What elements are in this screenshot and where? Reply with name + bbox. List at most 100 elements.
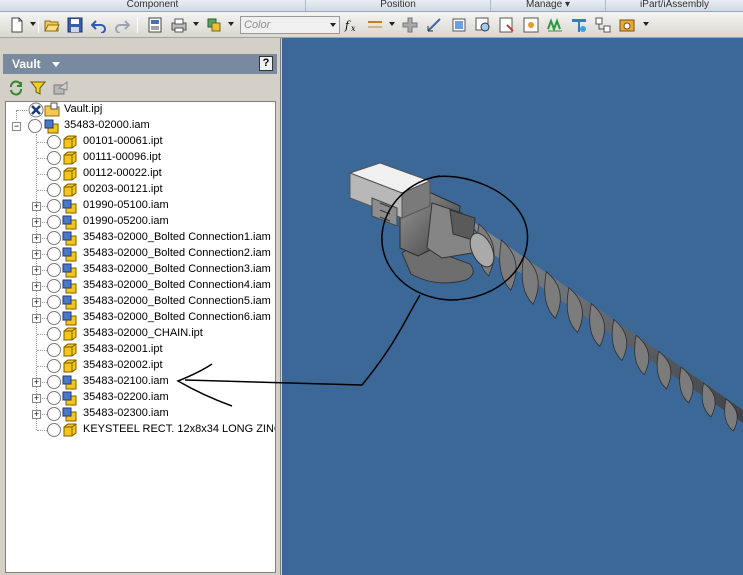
tree-row[interactable]: 00101-00061.ipt bbox=[6, 134, 275, 150]
tree-row[interactable]: 00203-00121.ipt bbox=[6, 182, 275, 198]
vault-status-icon bbox=[47, 263, 61, 277]
ribbon-panel-ipart[interactable]: iPart/iAssembly bbox=[605, 0, 743, 11]
vault-status-icon bbox=[47, 135, 61, 149]
update-button[interactable] bbox=[450, 16, 468, 34]
tree-guide-line bbox=[37, 366, 47, 367]
tree-row[interactable]: +35483-02000_Bolted Connection3.iam bbox=[6, 262, 275, 278]
help-button[interactable]: ? bbox=[259, 56, 273, 71]
zoom-button[interactable] bbox=[474, 16, 492, 34]
parameters-button[interactable] bbox=[522, 16, 540, 34]
vault-browser-panel: Vault ? Vault.ipj − 35483-02000.iam 0010… bbox=[0, 38, 281, 575]
tree-item-label: 00203-00121.ipt bbox=[83, 183, 163, 195]
panel-title: Vault bbox=[12, 57, 41, 71]
auger-flight bbox=[634, 334, 650, 376]
expand-toggle[interactable]: + bbox=[32, 202, 41, 211]
vault-tools-button[interactable] bbox=[53, 80, 69, 96]
assembly-file-icon bbox=[62, 311, 77, 326]
vault-status-icon bbox=[47, 215, 61, 229]
properties-icon bbox=[148, 17, 162, 33]
vault-status-icon bbox=[47, 183, 61, 197]
filter-icon bbox=[29, 81, 47, 95]
structure-icon bbox=[595, 17, 611, 33]
tree-row[interactable]: +35483-02000_Bolted Connection6.iam bbox=[6, 310, 275, 326]
vault-status-icon bbox=[47, 311, 61, 325]
tree-row[interactable]: +35483-02300.iam bbox=[6, 406, 275, 422]
print-button[interactable] bbox=[170, 16, 188, 34]
save-icon bbox=[67, 17, 83, 33]
tree-row[interactable]: +01990-05100.iam bbox=[6, 198, 275, 214]
tree-row[interactable]: KEYSTEEL RECT. 12x8x34 LONG ZINC.ipt bbox=[6, 422, 275, 438]
select-button[interactable] bbox=[205, 16, 223, 34]
tree-row-root[interactable]: − 35483-02000.iam bbox=[6, 118, 275, 134]
expand-toggle[interactable]: + bbox=[32, 266, 41, 275]
tree-row[interactable]: +01990-05200.iam bbox=[6, 214, 275, 230]
tree-row[interactable]: +35483-02000_Bolted Connection1.iam bbox=[6, 230, 275, 246]
vault-status-icon bbox=[47, 295, 61, 309]
tree-item-label: 35483-02000_Bolted Connection1.iam bbox=[83, 231, 271, 243]
toolbar-separator bbox=[38, 17, 39, 33]
structure-button[interactable] bbox=[594, 16, 612, 34]
expand-toggle[interactable]: + bbox=[32, 394, 41, 403]
expand-toggle[interactable]: + bbox=[32, 298, 41, 307]
expand-toggle[interactable]: + bbox=[32, 218, 41, 227]
ribbon-panel-manage[interactable]: Manage ▾ bbox=[490, 0, 605, 11]
toolbar-overflow-dropdown[interactable] bbox=[643, 22, 649, 26]
tree-guide-line bbox=[17, 110, 27, 111]
refresh-button[interactable] bbox=[8, 80, 24, 96]
filter-button[interactable] bbox=[29, 80, 47, 96]
auger-flight bbox=[544, 270, 561, 319]
panel-header[interactable]: Vault ? bbox=[3, 54, 277, 74]
tree-row[interactable]: +35483-02200.iam bbox=[6, 390, 275, 406]
graphics-viewport[interactable] bbox=[282, 38, 743, 575]
part-file-icon bbox=[63, 327, 77, 341]
info-button[interactable] bbox=[570, 16, 588, 34]
tree-row[interactable]: +35483-02000_Bolted Connection4.iam bbox=[6, 278, 275, 294]
plus-icon bbox=[402, 17, 418, 33]
vault-tree[interactable]: Vault.ipj − 35483-02000.iam 00101-00061.… bbox=[5, 101, 276, 573]
auger-flight bbox=[566, 286, 583, 334]
tree-item-label: 35483-02000_Bolted Connection3.iam bbox=[83, 263, 271, 275]
tree-item-label: 00112-00022.ipt bbox=[83, 167, 162, 179]
tree-row[interactable]: 00111-00096.ipt bbox=[6, 150, 275, 166]
tree-row[interactable]: 35483-02001.ipt bbox=[6, 342, 275, 358]
ribbon-panel-position[interactable]: Position bbox=[305, 0, 490, 11]
camera-button[interactable] bbox=[618, 16, 636, 34]
tree-row[interactable]: +35483-02000_Bolted Connection5.iam bbox=[6, 294, 275, 310]
new-dropdown[interactable] bbox=[30, 22, 36, 26]
tree-row[interactable]: 00112-00022.ipt bbox=[6, 166, 275, 182]
expand-toggle[interactable]: + bbox=[32, 314, 41, 323]
collapse-toggle[interactable]: − bbox=[12, 122, 21, 131]
open-button[interactable] bbox=[43, 16, 61, 34]
export-button[interactable] bbox=[498, 16, 516, 34]
undo-button[interactable] bbox=[90, 16, 108, 34]
expand-toggle[interactable]: + bbox=[32, 282, 41, 291]
tree-row-project[interactable]: Vault.ipj bbox=[6, 102, 275, 118]
new-button[interactable] bbox=[8, 16, 26, 34]
select-dropdown[interactable] bbox=[228, 22, 234, 26]
line-weight-dropdown[interactable] bbox=[389, 22, 395, 26]
color-dropdown[interactable]: Color bbox=[240, 16, 340, 34]
undo-icon bbox=[91, 20, 106, 33]
expand-toggle[interactable]: + bbox=[32, 410, 41, 419]
properties-button[interactable] bbox=[146, 16, 164, 34]
ribbon-panel-component[interactable]: Component bbox=[0, 0, 305, 11]
expand-toggle[interactable]: + bbox=[32, 234, 41, 243]
line-weight-button[interactable] bbox=[366, 16, 384, 34]
tree-guide-line bbox=[37, 174, 47, 175]
auger-flight bbox=[724, 398, 738, 432]
expand-toggle[interactable]: + bbox=[32, 378, 41, 387]
part-file-icon bbox=[63, 183, 77, 197]
redo-button[interactable] bbox=[113, 16, 131, 34]
tree-row[interactable]: +35483-02100.iam bbox=[6, 374, 275, 390]
expand-toggle[interactable]: + bbox=[32, 250, 41, 259]
fx-button[interactable]: fx bbox=[343, 16, 361, 34]
analysis-button[interactable] bbox=[546, 16, 564, 34]
tree-row[interactable]: 35483-02000_CHAIN.ipt bbox=[6, 326, 275, 342]
measure-button[interactable] bbox=[425, 16, 443, 34]
tree-row[interactable]: +35483-02000_Bolted Connection2.iam bbox=[6, 246, 275, 262]
tree-row[interactable]: 35483-02002.ipt bbox=[6, 358, 275, 374]
save-button[interactable] bbox=[66, 16, 84, 34]
print-dropdown[interactable] bbox=[193, 22, 199, 26]
plus-button[interactable] bbox=[401, 16, 419, 34]
ribbon-panel-label: Position bbox=[380, 0, 416, 10]
